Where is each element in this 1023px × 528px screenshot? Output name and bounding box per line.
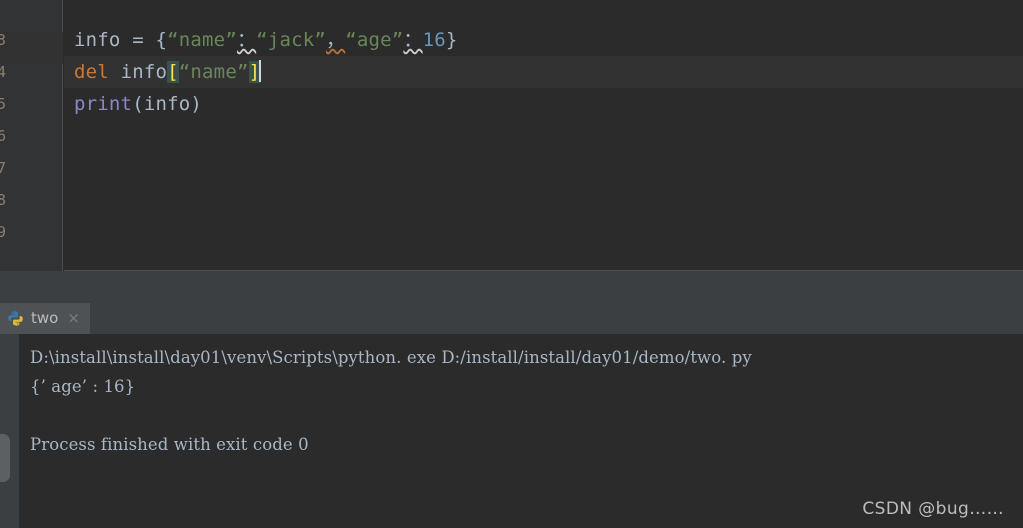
code-token-identifier: info [120, 61, 168, 83]
gutter-line-number: 4 [0, 63, 6, 81]
code-token-operator: = [120, 29, 156, 51]
csdn-watermark: CSDN @bug…… [862, 499, 1004, 519]
code-token-string: “age” [345, 29, 404, 51]
console-left-toolbar[interactable] [0, 334, 19, 528]
console-tab-bar: two × [0, 303, 1023, 334]
python-logo-icon [7, 310, 24, 327]
gutter-line-number: 6 [0, 127, 6, 145]
code-token-builtin: print [74, 93, 133, 115]
gutter-line-number: 9 [0, 223, 6, 241]
console-command-line: D:\install\install\day01\venv\Scripts\py… [30, 348, 752, 367]
gutter-line-number: 3 [0, 31, 6, 49]
close-icon[interactable]: × [65, 303, 80, 334]
run-tool-window: two × D:\install\install\day01\venv\Scri… [0, 303, 1023, 528]
editor-gutter[interactable]: 3 4 5 6 7 8 9 [0, 0, 63, 271]
code-token-number: 16 [422, 29, 446, 51]
code-editor-pane[interactable]: 3 4 5 6 7 8 9 info = {“name”：“jack”，“age… [0, 0, 1023, 271]
code-token-operator [109, 61, 121, 83]
code-token-brace-match: [ [167, 61, 179, 83]
gutter-line-number: 8 [0, 191, 6, 209]
gutter-current-line-highlight [0, 32, 63, 64]
code-token-brace: ( [132, 93, 144, 115]
code-token-string: “name” [167, 29, 237, 51]
code-token-brace: } [445, 29, 458, 51]
code-token-keyword: del [74, 61, 109, 83]
code-token-string: “jack” [256, 29, 327, 51]
line-del[interactable]: del info[“name”] [64, 56, 1023, 88]
console-scrollbar-thumb[interactable] [0, 434, 10, 482]
gutter-line-number: 5 [0, 95, 6, 113]
code-token-punct-warning: ： [236, 29, 257, 51]
code-token-brace: ) [190, 93, 203, 115]
editor-console-splitter[interactable] [0, 271, 1023, 303]
text-caret [259, 60, 262, 82]
console-result-line: {’ age’ : 16} [30, 377, 136, 396]
line-assign[interactable]: info = {“name”：“jack”，“age”：16} [64, 24, 1023, 56]
line-print[interactable]: print(info) [64, 88, 1023, 120]
code-token-brace: { [155, 29, 168, 51]
gutter-line-number: 7 [0, 159, 6, 177]
code-token-identifier: info [143, 93, 191, 115]
pycharm-window: 3 4 5 6 7 8 9 info = {“name”：“jack”，“age… [0, 0, 1023, 528]
console-tab-label: two [31, 309, 59, 327]
console-tab-two[interactable]: two × [0, 303, 90, 334]
code-token-punct-warning: ： [403, 29, 423, 51]
code-token-identifier: info [74, 29, 121, 51]
code-token-comma-warning: ， [326, 29, 346, 51]
code-token-string: “name” [178, 61, 249, 83]
editor-code-area[interactable]: info = {“name”：“jack”，“age”：16} del info[… [64, 0, 1023, 271]
console-finish-line: Process finished with exit code 0 [30, 435, 309, 454]
